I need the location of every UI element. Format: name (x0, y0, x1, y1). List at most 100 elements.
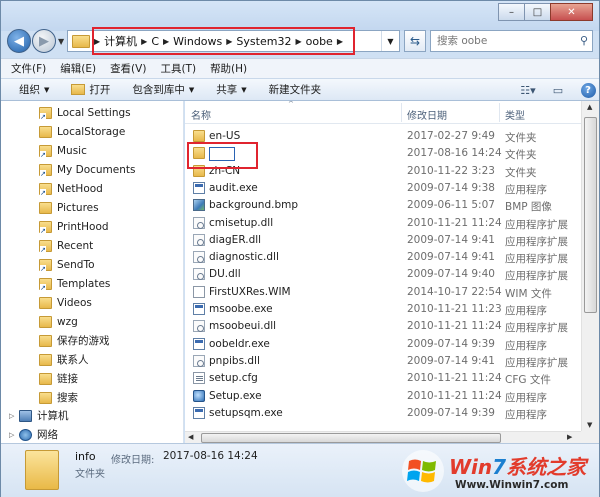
menu-file[interactable]: 文件(F) (11, 61, 46, 76)
search-box[interactable]: ⚲ (430, 30, 593, 52)
column-divider[interactable] (401, 103, 402, 122)
nav-item-computer[interactable]: ▷ 计算机 (1, 406, 183, 425)
scroll-up-icon[interactable]: ▲ (587, 103, 592, 111)
file-row[interactable]: FirstUXRes.WIM 2014-10-17 22:54 WIM 文件 (185, 284, 581, 301)
file-name[interactable]: DU.dll (209, 268, 241, 280)
search-input[interactable] (437, 35, 567, 47)
file-name[interactable]: setupsqm.exe (209, 407, 283, 419)
resize-grip[interactable] (581, 431, 599, 443)
file-name[interactable]: FirstUXRes.WIM (209, 286, 291, 298)
nav-item[interactable]: Videos (1, 293, 183, 312)
search-icon[interactable]: ⚲ (580, 34, 588, 47)
menu-tools[interactable]: 工具(T) (160, 61, 196, 76)
view-options-icon[interactable]: ☷▾ (517, 81, 539, 99)
nav-item[interactable]: 链接 (1, 369, 183, 388)
file-name[interactable]: en-US (209, 130, 240, 142)
nav-item[interactable]: wzg (1, 312, 183, 331)
scroll-right-icon[interactable]: ▶ (567, 433, 572, 441)
dll-icon (193, 251, 205, 264)
expand-arrow-icon[interactable]: ▷ (9, 431, 14, 439)
menu-help[interactable]: 帮助(H) (210, 61, 247, 76)
doc-icon (193, 285, 205, 298)
file-row[interactable]: oobeldr.exe 2009-07-14 9:39 应用程序 (185, 336, 581, 353)
help-button[interactable]: ? (577, 81, 599, 99)
refresh-button[interactable]: ⇆ (404, 30, 426, 52)
file-name[interactable]: diagER.dll (209, 234, 261, 246)
file-name[interactable]: diagnostic.dll (209, 251, 279, 263)
menu-view[interactable]: 查看(V) (110, 61, 146, 76)
file-row[interactable]: setup.cfg 2010-11-21 11:24 CFG 文件 (185, 370, 581, 387)
open-button[interactable]: 打开 (71, 82, 110, 97)
folder-shortcut-icon (39, 182, 52, 197)
nav-item[interactable]: 搜索 (1, 388, 183, 407)
file-name[interactable]: setup.cfg (209, 372, 258, 384)
file-name[interactable]: audit.exe (209, 182, 258, 194)
expand-arrow-icon[interactable]: ▷ (9, 412, 14, 420)
file-name[interactable]: oobeldr.exe (209, 338, 270, 350)
back-arrow-icon: ◀ (14, 33, 24, 49)
nav-item[interactable]: 联系人 (1, 350, 183, 369)
exe-icon (193, 303, 205, 315)
nav-item[interactable]: Local Settings (1, 103, 183, 122)
file-row[interactable]: DU.dll 2009-07-14 9:40 应用程序扩展 (185, 266, 581, 283)
nav-item[interactable]: SendTo (1, 255, 183, 274)
folder-shortcut-icon (39, 106, 52, 121)
file-row[interactable]: audit.exe 2009-07-14 9:38 应用程序 (185, 180, 581, 197)
file-date: 2010-11-21 11:24 (407, 389, 502, 402)
scroll-thumb[interactable] (201, 433, 501, 443)
file-type: 应用程序扩展 (505, 235, 568, 248)
nav-item[interactable]: 保存的游戏 (1, 331, 183, 350)
nav-item[interactable]: PrintHood (1, 217, 183, 236)
file-name[interactable]: cmisetup.dll (209, 217, 273, 229)
nav-item-label: SendTo (57, 258, 95, 271)
nav-item[interactable]: My Documents (1, 160, 183, 179)
column-name[interactable]: 名称 (191, 107, 211, 122)
searches-icon (39, 391, 52, 404)
include-in-library-button[interactable]: 包含到库中 ▼ (132, 82, 194, 97)
file-name[interactable]: msoobeui.dll (209, 320, 276, 332)
file-name[interactable]: background.bmp (209, 199, 298, 211)
file-row[interactable]: background.bmp 2009-06-11 5:07 BMP 图像 (185, 197, 581, 214)
nav-item[interactable]: LocalStorage (1, 122, 183, 141)
organize-button[interactable]: 组织 ▼ (19, 82, 49, 97)
nav-item[interactable]: Pictures (1, 198, 183, 217)
minimize-button[interactable]: – (498, 3, 525, 21)
file-row[interactable]: cmisetup.dll 2010-11-21 11:24 应用程序扩展 (185, 215, 581, 232)
close-button[interactable]: ✕ (550, 3, 593, 21)
file-row[interactable]: msoobe.exe 2010-11-21 11:23 应用程序 (185, 301, 581, 318)
forward-button[interactable]: ▶ (32, 29, 56, 53)
menu-edit[interactable]: 编辑(E) (60, 61, 96, 76)
folder-shortcut-icon (39, 220, 52, 235)
file-row[interactable]: pnpibs.dll 2009-07-14 9:41 应用程序扩展 (185, 353, 581, 370)
file-name[interactable]: pnpibs.dll (209, 355, 260, 367)
file-row[interactable]: diagnostic.dll 2009-07-14 9:41 应用程序扩展 (185, 249, 581, 266)
share-button[interactable]: 共享 ▼ (216, 82, 246, 97)
nav-item[interactable]: Recent (1, 236, 183, 255)
column-type[interactable]: 类型 (505, 107, 525, 122)
new-folder-button[interactable]: 新建文件夹 (269, 82, 322, 97)
file-row[interactable]: msoobeui.dll 2010-11-21 11:24 应用程序扩展 (185, 318, 581, 335)
scroll-thumb[interactable] (584, 117, 597, 313)
column-divider[interactable] (499, 103, 500, 122)
nav-item[interactable]: Templates (1, 274, 183, 293)
nav-item-label: wzg (57, 315, 78, 328)
file-name[interactable]: Setup.exe (209, 390, 262, 402)
nav-item-network[interactable]: ▷ 网络 (1, 425, 183, 443)
scroll-left-icon[interactable]: ◀ (188, 433, 193, 441)
recent-pages-dropdown[interactable]: ▼ (58, 37, 64, 46)
preview-pane-icon[interactable]: ▭ (547, 81, 569, 99)
command-bar: 组织 ▼ 打开 包含到库中 ▼ 共享 ▼ 新建文件夹 ☷▾ ▭ ? (1, 78, 599, 101)
column-modified[interactable]: 修改日期 (407, 107, 447, 122)
scroll-down-icon[interactable]: ▼ (587, 421, 592, 429)
maximize-button[interactable]: □ (524, 3, 551, 21)
nav-item[interactable]: Music (1, 141, 183, 160)
file-row[interactable]: setupsqm.exe 2009-07-14 9:39 应用程序 (185, 405, 581, 422)
file-row[interactable]: diagER.dll 2009-07-14 9:41 应用程序扩展 (185, 232, 581, 249)
file-name[interactable]: msoobe.exe (209, 303, 273, 315)
vertical-scrollbar[interactable]: ▲ ▼ (581, 101, 599, 431)
address-dropdown-icon[interactable]: ▼ (381, 31, 399, 51)
file-row[interactable]: Setup.exe 2010-11-21 11:24 应用程序 (185, 388, 581, 405)
back-button[interactable]: ◀ (7, 29, 31, 53)
nav-item[interactable]: NetHood (1, 179, 183, 198)
horizontal-scrollbar[interactable]: ◀ ▶ (185, 431, 581, 443)
